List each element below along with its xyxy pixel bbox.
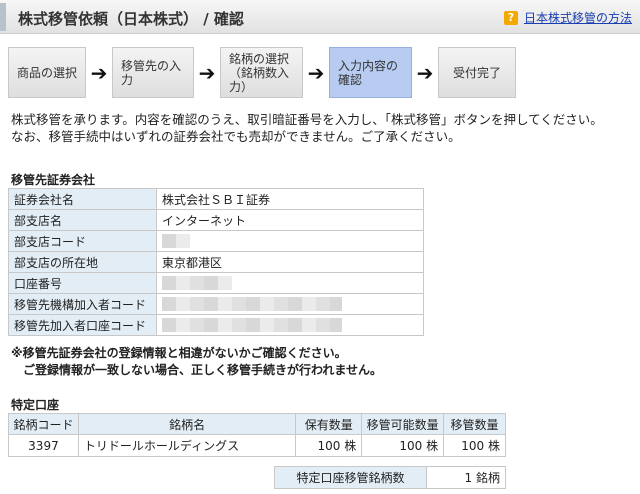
broker-name-label: 証券会社名	[8, 188, 157, 210]
broker-name-value: 株式会社ＳＢＩ証券	[156, 188, 424, 210]
step-complete: 受付完了	[438, 47, 516, 98]
step-destination-input: 移管先の入力	[112, 47, 194, 98]
arrow-right-icon: ➔	[416, 60, 434, 85]
transferable-quantity: 100 株	[361, 434, 445, 457]
step-stock-select: 銘柄の選択 （銘柄数入力）	[220, 47, 303, 98]
arrow-right-icon: ➔	[90, 60, 108, 85]
branch-code-label: 部支店コード	[8, 230, 157, 252]
table-row: 移管先機構加入者コード	[8, 293, 424, 315]
arrow-right-icon: ➔	[307, 60, 325, 85]
intro-line-2: なお、移管手続中はいずれの証券会社でも売却ができません。ご了承ください。	[11, 129, 461, 144]
account-code-value	[156, 314, 424, 336]
arrow-right-icon: ➔	[198, 60, 216, 85]
total-table: 特定口座移管銘柄数 1 銘柄	[274, 466, 506, 489]
holdings-table: 銘柄コード 銘柄名 保有数量 移管可能数量 移管数量 3397 トリドールホール…	[8, 413, 506, 457]
table-row: 口座番号	[8, 272, 424, 294]
broker-section-title: 移管先証券会社	[11, 173, 96, 187]
masked-value	[162, 276, 232, 291]
masked-value	[162, 318, 342, 333]
col-held: 保有数量	[295, 413, 363, 435]
branch-address-value: 東京都港区	[156, 251, 424, 273]
table-row: 移管先加入者口座コード	[8, 314, 424, 336]
account-number-value	[156, 272, 424, 294]
table-header-row: 銘柄コード 銘柄名 保有数量 移管可能数量 移管数量	[8, 413, 506, 435]
question-icon[interactable]: ?	[503, 10, 518, 25]
branch-address-label: 部支店の所在地	[8, 251, 157, 273]
col-code: 銘柄コード	[8, 413, 79, 435]
table-row: 部支店コード	[8, 230, 424, 252]
transfer-quantity: 100 株	[443, 434, 506, 457]
account-number-label: 口座番号	[8, 272, 157, 294]
total-value: 1 銘柄	[426, 466, 506, 489]
intro-line-1: 株式移管を承ります。内容を確認のうえ、取引暗証番号を入力し、「株式移管」ボタンを…	[11, 112, 603, 127]
help-link[interactable]: 日本株式移管の方法	[524, 9, 632, 26]
warning-line-2: ご登録情報が一致しない場合、正しく移管手続きが行われません。	[11, 363, 383, 377]
broker-table: 証券会社名 株式会社ＳＢＩ証券 部支店名 インターネット 部支店コード 部支店の…	[8, 188, 424, 336]
col-name: 銘柄名	[77, 413, 297, 435]
stock-name: トリドールホールディングス	[77, 434, 297, 457]
stock-code: 3397	[8, 434, 79, 457]
step-confirm: 入力内容の 確認	[329, 47, 412, 98]
account-code-label: 移管先加入者口座コード	[8, 314, 157, 336]
help-area: ? 日本株式移管の方法	[503, 9, 632, 26]
col-transferable: 移管可能数量	[361, 413, 445, 435]
branch-name-value: インターネット	[156, 209, 424, 231]
col-transfer: 移管数量	[443, 413, 506, 435]
title-accent	[0, 3, 6, 31]
table-row: 部支店名 インターネット	[8, 209, 424, 231]
held-quantity: 100 株	[295, 434, 363, 457]
masked-value	[162, 234, 190, 249]
table-row: 部支店の所在地 東京都港区	[8, 251, 424, 273]
table-row: 特定口座移管銘柄数 1 銘柄	[274, 466, 506, 489]
institution-code-value	[156, 293, 424, 315]
total-label: 特定口座移管銘柄数	[274, 466, 427, 489]
branch-name-label: 部支店名	[8, 209, 157, 231]
warning-notes: ※移管先証券会社の登録情報と相違がないかご確認ください。 ご登録情報が一致しない…	[11, 345, 382, 379]
holdings-section-title: 特定口座	[11, 398, 60, 412]
page-title: 株式移管依頼（日本株式） / 確認	[18, 10, 244, 28]
table-row: 3397 トリドールホールディングス 100 株 100 株 100 株	[8, 434, 506, 457]
progress-steps: 商品の選択 ➔ 移管先の入力 ➔ 銘柄の選択 （銘柄数入力） ➔ 入力内容の 確…	[8, 47, 516, 98]
table-row: 証券会社名 株式会社ＳＢＩ証券	[8, 188, 424, 210]
step-product-select: 商品の選択	[8, 47, 86, 98]
intro-text: 株式移管を承ります。内容を確認のうえ、取引暗証番号を入力し、「株式移管」ボタンを…	[11, 111, 631, 145]
masked-value	[162, 297, 342, 312]
branch-code-value	[156, 230, 424, 252]
institution-code-label: 移管先機構加入者コード	[8, 293, 157, 315]
warning-line-1: ※移管先証券会社の登録情報と相違がないかご確認ください。	[11, 346, 347, 360]
title-bar: 株式移管依頼（日本株式） / 確認 ? 日本株式移管の方法	[0, 0, 640, 34]
